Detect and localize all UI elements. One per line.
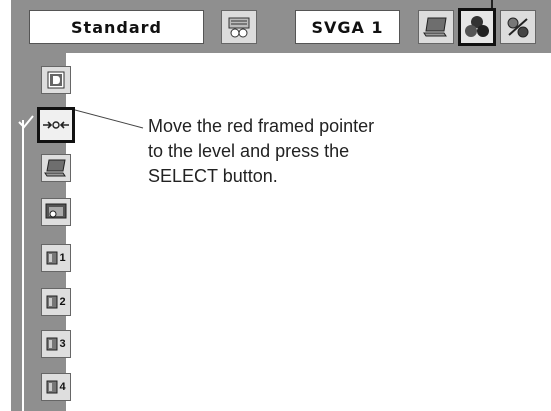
image-adjust-icon[interactable]: [458, 8, 496, 46]
memory-2-icon[interactable]: 2: [41, 288, 71, 316]
level-scale-line: [22, 120, 24, 411]
instruction-line-3: SELECT button.: [148, 166, 278, 186]
memory-1-label: 1: [59, 252, 66, 264]
instruction-text: Move the red framed pointer to the level…: [148, 114, 448, 189]
checkmark-icon: [18, 115, 34, 129]
instruction-line-1: Move the red framed pointer: [148, 116, 375, 136]
level-pointer-icon[interactable]: [37, 107, 75, 143]
memory-3-label: 3: [59, 338, 66, 350]
top-pointer-marker: [491, 0, 493, 8]
memory-3-icon[interactable]: 3: [41, 330, 71, 358]
memory-4-icon[interactable]: 4: [41, 373, 71, 401]
screen-icon[interactable]: [418, 10, 454, 44]
image-mode-display: Standard: [29, 10, 204, 44]
memory-2-label: 2: [59, 296, 66, 308]
pc-adjust-icon[interactable]: [221, 10, 257, 44]
image-select-icon[interactable]: [500, 10, 536, 44]
screen-icon[interactable]: [41, 154, 71, 182]
instruction-line-2: to the level and press the: [148, 141, 350, 161]
memory-4-label: 4: [59, 381, 66, 393]
memory-1-icon[interactable]: 1: [41, 244, 71, 272]
callout-leader-line: [75, 109, 144, 129]
digital-mode-icon[interactable]: [41, 66, 71, 94]
resolution-display: SVGA 1: [295, 10, 400, 44]
keystone-icon[interactable]: [41, 198, 71, 226]
